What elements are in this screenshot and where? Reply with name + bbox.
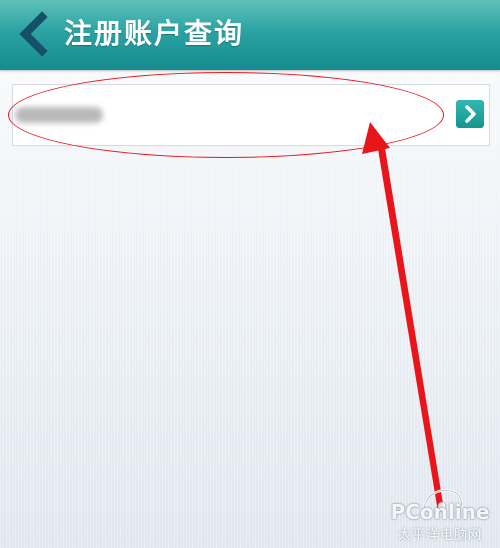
annotation-circle (8, 72, 444, 158)
chevron-right-icon (465, 105, 476, 123)
watermark: PConline 太平洋电脑网 (384, 484, 496, 544)
page-title: 注册账户查询 (64, 17, 245, 50)
watermark-subtitle: 太平洋电脑网 (397, 528, 482, 543)
watermark-brand: PConline (390, 500, 490, 524)
chevron-left-icon (19, 11, 48, 57)
back-button[interactable] (12, 11, 56, 57)
header-bar: 注册账户查询 (0, 0, 500, 70)
account-detail-button[interactable] (456, 100, 484, 128)
